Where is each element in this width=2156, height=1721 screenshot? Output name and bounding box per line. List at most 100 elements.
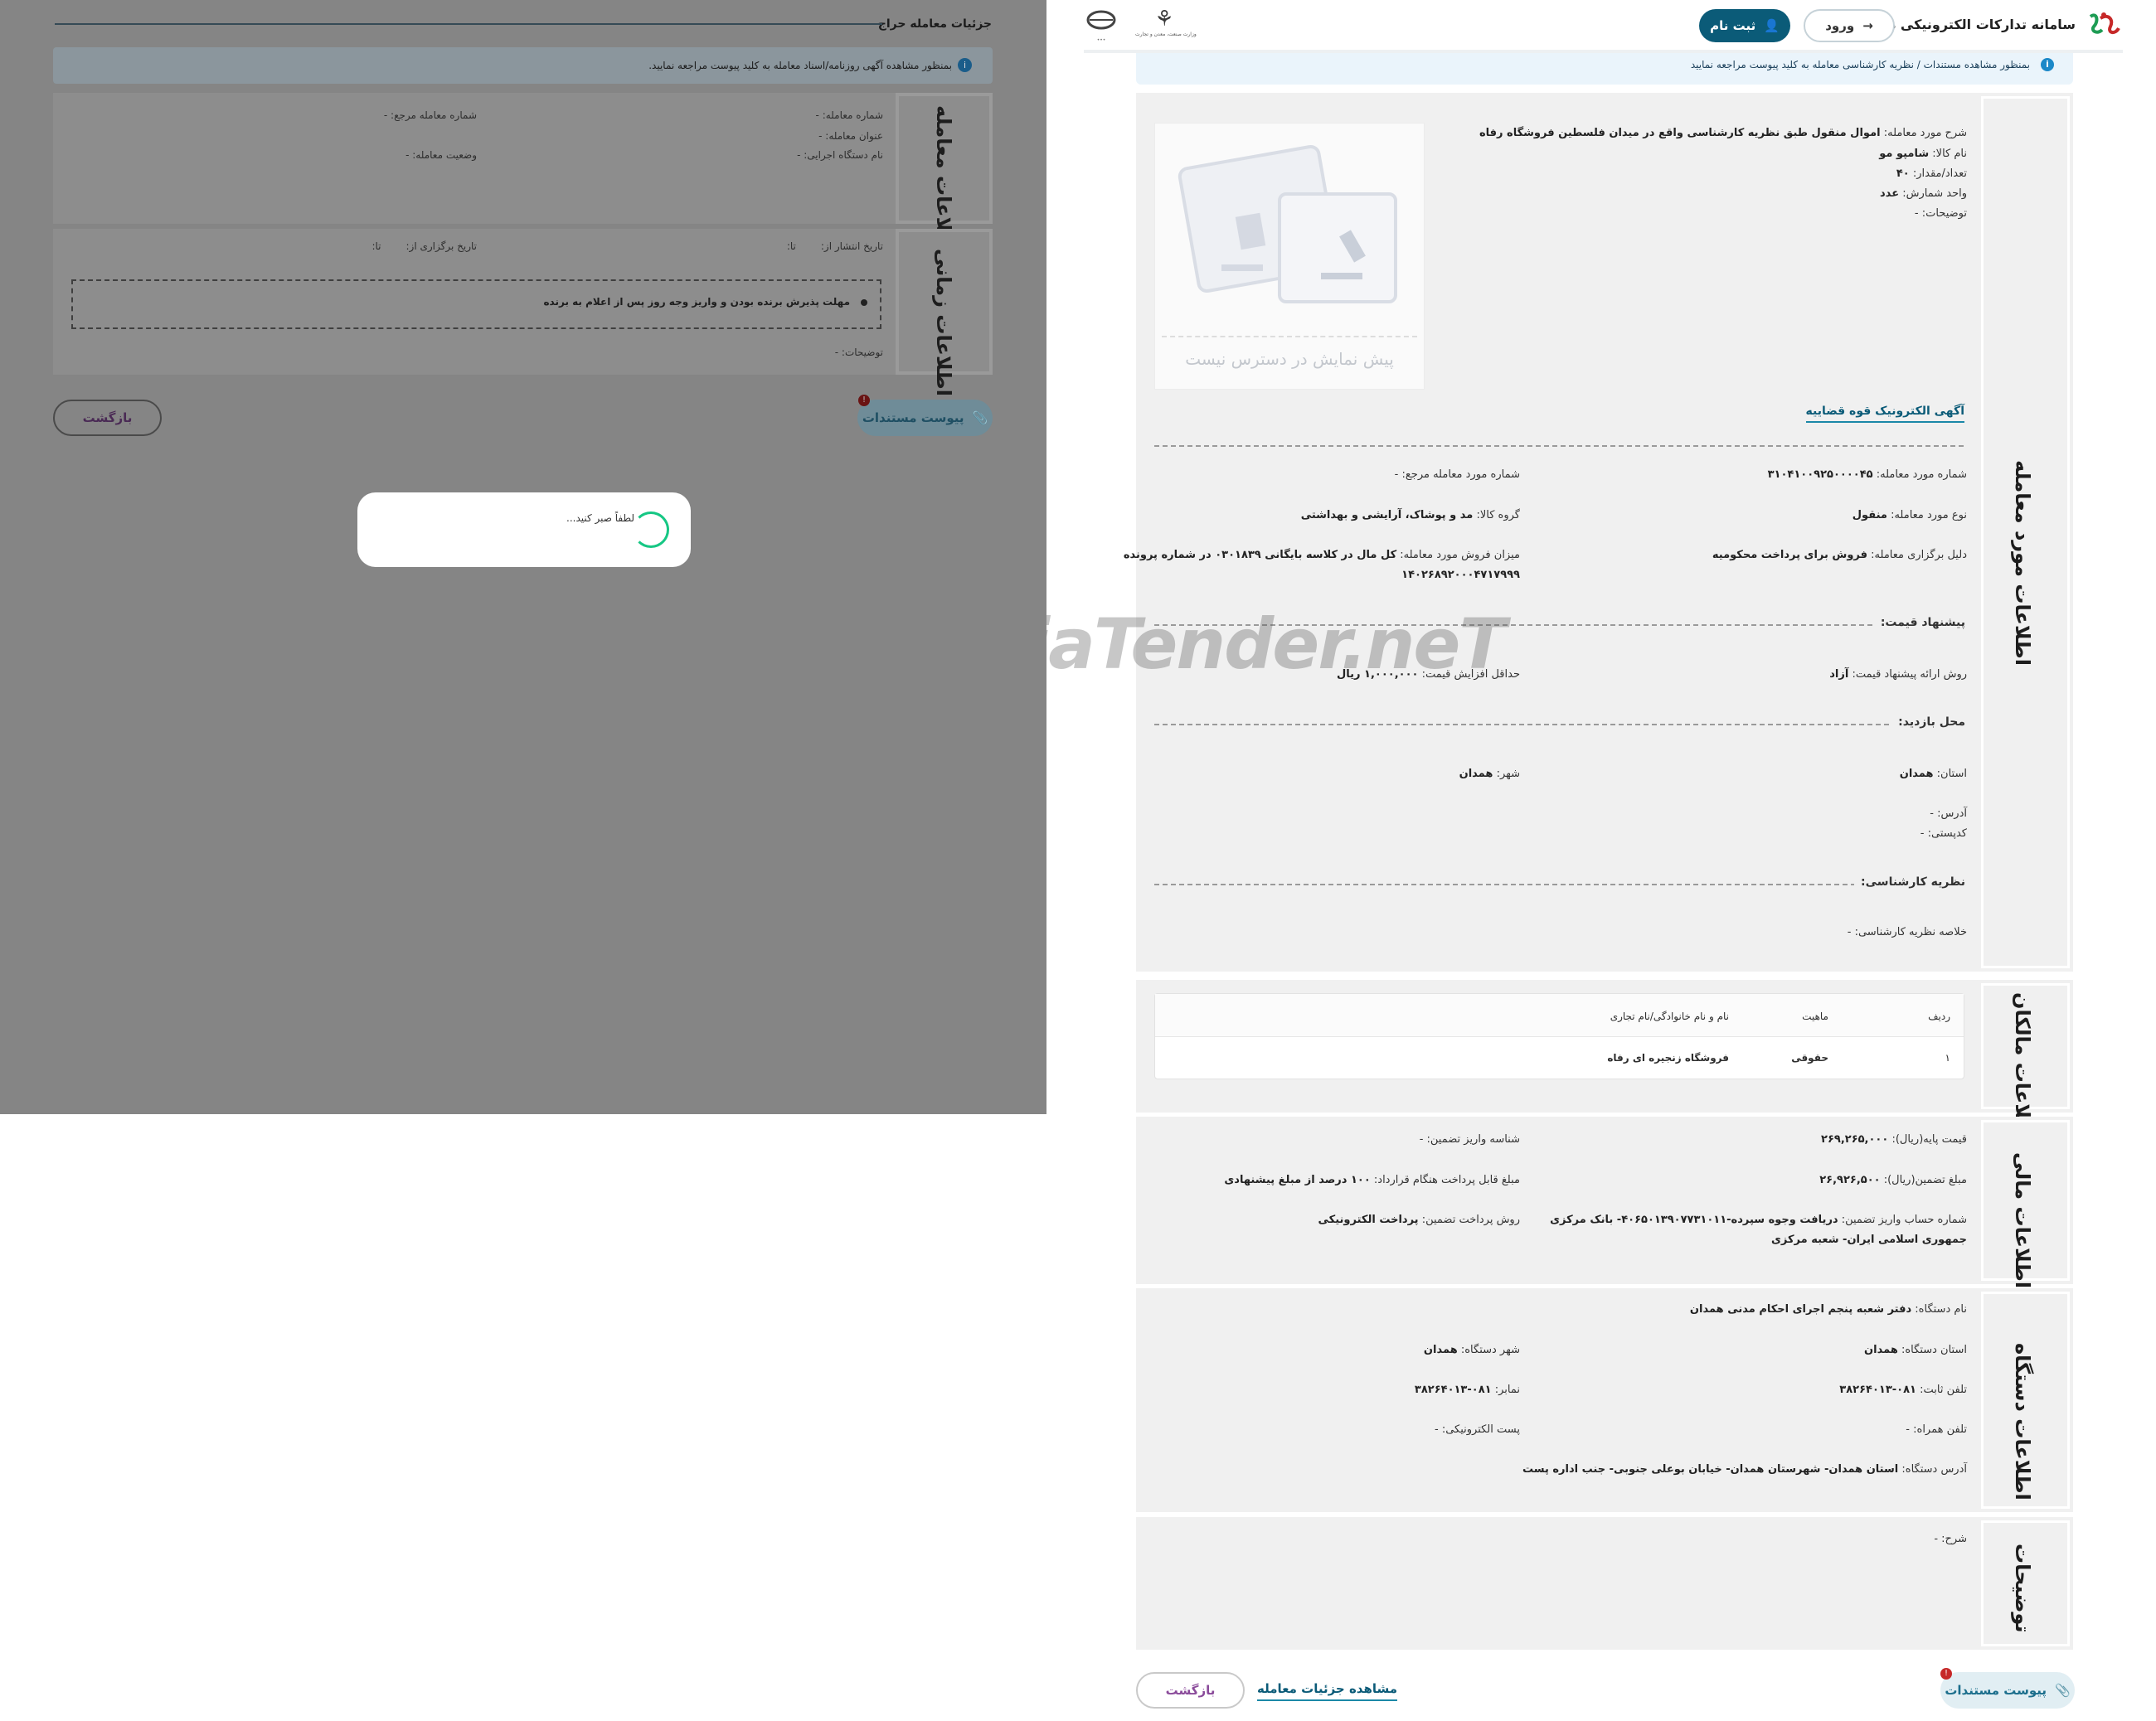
overlay-notes: توضیحات: - [834,347,883,358]
agency-phone: تلفن ثابت: ۰۸۱-۳۸۲۶۴۰۱۳ [1839,1384,1967,1396]
overlay-publish-date: تاریخ انتشار از:تا: [786,240,883,252]
guarantee-account-line2: جمهوری اسلامی ایران- شعبه مرکزی [1770,1234,1967,1246]
overlay-hold-date: تاریخ برگزاری از:تا: [371,240,477,252]
overlay-deadline-text: مهلت پذیرش برنده بودن و واریز وجه روز پس… [543,296,850,308]
register-label: ثبت نام [1710,18,1756,33]
owner-row-index: ۱ [1945,1052,1950,1064]
info-icon: i [2041,58,2054,71]
overlay-attach-label: پیوست مستندات [862,410,964,425]
agency-title: اطلاعات دستگاه [2011,1343,2034,1500]
loading-spinner-icon [633,511,669,548]
base-price: قیمت پایه(ریال): ۲۶۹,۲۶۵,۰۰۰ [1821,1133,1967,1146]
offer-method: روش ارائه پیشنهاد قیمت: آزاد [1829,668,1967,681]
agency-name: نام دستگاه: دفتر شعبه پنجم اجرای احکام م… [1689,1303,1967,1316]
overlay-back-button[interactable]: بازگشت [53,400,162,436]
overlay-attach-button[interactable]: 📎 پیوست مستندات [857,400,993,436]
expert-heading: نظریه کارشناسی: [1854,875,1965,889]
financial-title: اطلاعات مالی [2011,1152,2034,1289]
item-details-title: اطلاعات مورد معامله [2011,460,2034,666]
modal-overlay: جزئیات معامله حراج i بمنظور مشاهده آگهی … [0,0,1046,1114]
agency-fax: نمابر: ۰۸۱-۳۸۲۶۴۰۱۳ [1414,1384,1520,1396]
overlay-notice-text: بمنظور مشاهده آگهی روزنامه/اسناد معامله … [648,60,952,71]
divider-visit [1154,724,1964,725]
visit-postcode: کدپستی: - [1920,827,1967,840]
overlay-info-icon: i [958,58,972,72]
login-icon: → [1862,18,1873,33]
visit-city: شهر: همدان [1459,768,1520,780]
item-notes: توضیحات: - [1914,207,1967,220]
agency-card [1136,1288,1978,1512]
attach-documents-button[interactable]: 📎 پیوست مستندات [1940,1672,2075,1709]
overlay-time-title: اطلاعات زمانی [932,249,955,396]
unit: واحد شمارش: عدد [1880,187,1967,200]
gavel-placeholder-icon [1178,144,1397,303]
back-label: بازگشت [1165,1683,1216,1698]
visit-address: آدرس: - [1930,807,1967,820]
overlay-attach-badge: ! [858,395,870,406]
agency-email: پست الکترونیکی: - [1434,1423,1520,1436]
preview-text: پیش نمایش در دسترس نیست [1185,349,1394,369]
judiciary-ad-link[interactable]: آگهی الکترونیک قوه قضاییه [1805,405,1964,423]
emblem-icon: ••• [1083,7,1119,45]
notice-text: بمنظور مشاهده مستندات / نظریه کارشناسی م… [1690,59,2030,70]
overlay-deal-number: شماره معامله: - [815,109,883,121]
item-type: نوع مورد معامله: منقول [1852,509,1967,521]
quantity: تعداد/مقدار: ۴۰ [1896,167,1967,180]
col-type: ماهیت [1802,1011,1828,1022]
descriptions-text: شرح: - [1934,1533,1967,1545]
overlay-deal-name: عنوان معامله: - [818,130,883,142]
overlay-executor: نام دستگاه اجرایی: - [797,149,883,161]
payable-amount: مبلغ قابل پرداخت هنگام قرارداد: ۱۰۰ درصد… [1224,1174,1520,1186]
agency-mobile: تلفن همراه: - [1906,1423,1967,1436]
descriptions-card [1136,1517,1978,1650]
loading-dialog: لطفاً صبر کنید... [357,492,691,567]
overlay-page-title: جزئیات معامله حراج [877,17,992,31]
svg-text:•••: ••• [1097,37,1106,43]
view-details-link[interactable]: مشاهده جزئیات معامله [1257,1681,1398,1701]
overlay-ref-number: شماره معامله مرجع: - [383,109,477,121]
ministry-caption: وزارت صنعت، معدن و تجارت [1135,32,1197,37]
paperclip-icon: 📎 [2055,1683,2071,1698]
offer-heading: پیشنهاد قیمت: [1873,616,1965,629]
item-number: شماره مورد معامله: ۳۱۰۴۱۰۰۹۲۵۰۰۰۰۴۵ [1767,468,1967,481]
holding-reason: دلیل برگزاری معامله: فروش برای پرداخت مح… [1712,549,1967,561]
guarantee-pay-method: روش پرداخت تضمین: پرداخت الکترونیکی [1318,1214,1520,1226]
expert-summary: خلاصه نظریه کارشناسی: - [1847,926,1967,938]
overlay-status: وضعیت معامله: - [405,149,477,161]
preview-divider [1162,336,1417,337]
register-button[interactable]: 👤 ثبت نام [1699,9,1790,42]
preview-image: پیش نمایش در دسترس نیست [1154,123,1425,390]
col-name: نام و نام خانوادگی/نام تجاری [1610,1011,1729,1022]
item-ref-number: شماره مورد معامله مرجع: - [1394,468,1520,481]
guarantee-account: شماره حساب واریز تضمین: دریافت وجوه سپرد… [1550,1214,1967,1226]
item-description: شرح مورد معامله: اموال منقول طبق نظریه ک… [1479,127,1967,139]
overlay-bullet [861,299,867,306]
agency-province: استان دستگاه: همدان [1864,1344,1967,1356]
goods-group: گروه کالا: مد و پوشاک، آرایشی و بهداشتی [1300,509,1520,521]
divider-expert [1154,884,1964,885]
sale-amount: میزان فروش مورد معامله: کل مال در کلاسه … [1123,549,1520,561]
overlay-paperclip-icon: 📎 [972,410,988,425]
goods-name: نام کالا: شامپو مو [1879,148,1967,160]
ministry-logo-icon: ⚘ وزارت صنعت، معدن و تجارت [1135,7,1197,37]
login-button[interactable]: → ورود [1804,9,1895,42]
agency-address: آدرس دستگاه: استان همدان- شهرستان همدان-… [1522,1463,1967,1476]
sale-amount-line2: ۱۴۰۲۶۸۹۲۰۰۰۴۷۱۷۹۹۹ [1401,569,1520,581]
user-plus-icon: 👤 [1764,18,1780,33]
visit-heading: محل بازدید: [1891,715,1965,729]
owners-header-row [1155,994,1964,1037]
attach-label: پیوست مستندات [1945,1683,2047,1698]
agency-city: شهر دستگاه: همدان [1423,1344,1520,1356]
visit-province: استان: همدان [1899,768,1967,780]
login-label: ورود [1825,18,1855,33]
guarantee-amount: مبلغ تضمین(ریال): ۲۶,۹۲۶,۵۰۰ [1819,1174,1967,1186]
owner-row-name: فروشگاه زنجیره ای رفاه [1607,1052,1729,1064]
attach-badge: ! [1940,1668,1952,1680]
descriptions-title: توضیحات [2011,1544,2034,1633]
back-button[interactable]: بازگشت [1136,1672,1245,1709]
overlay-back-label: بازگشت [82,410,133,425]
owners-table: ردیف ماهیت نام و نام خانوادگی/نام تجاری … [1154,993,1964,1079]
overlay-title-rule [55,23,882,25]
deposit-id: شناسه واریز تضمین: - [1419,1133,1520,1146]
col-row: ردیف [1928,1011,1950,1022]
